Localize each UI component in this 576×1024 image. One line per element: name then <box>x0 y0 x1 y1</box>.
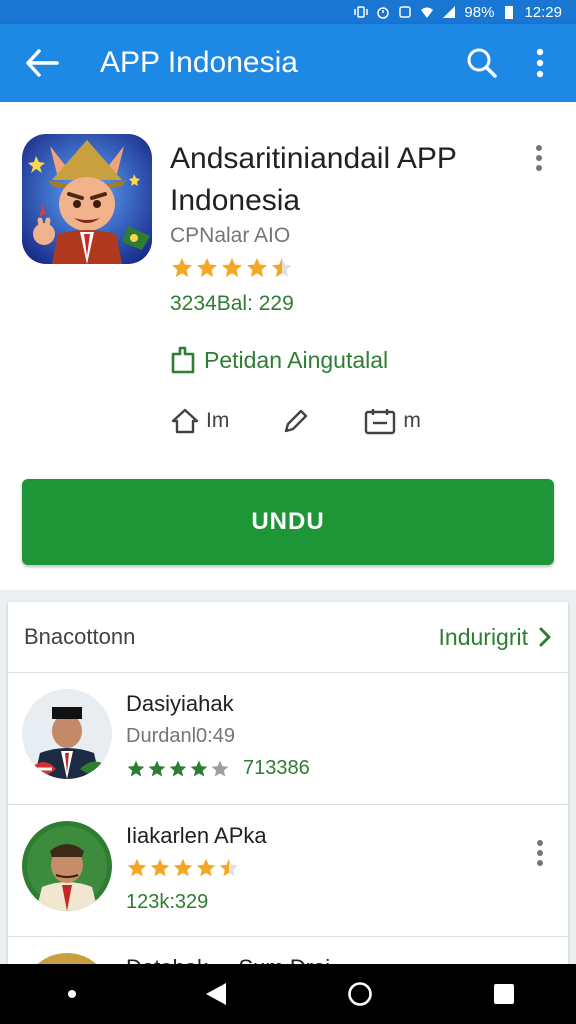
avatar <box>22 821 112 911</box>
search-button[interactable] <box>460 41 504 85</box>
app-name: Andsaritiniandail APP Indonesia <box>170 142 457 217</box>
circle-home-icon <box>348 982 372 1006</box>
item-rating: 713386 <box>126 757 310 780</box>
item-count: 123k:329 <box>126 891 209 913</box>
item-rating <box>126 857 240 879</box>
section-title: Bnacottonn <box>24 624 136 649</box>
star-icon <box>173 858 193 877</box>
star-icon <box>169 760 187 776</box>
section-header: Bnacottonn Indurigrit <box>8 602 568 672</box>
meta-item-home: Im <box>170 407 229 435</box>
item-overflow-button[interactable] <box>526 833 554 873</box>
status-bar: 98% 12:29 <box>0 0 576 24</box>
nav-dot-button[interactable] <box>42 964 102 1024</box>
signal-icon <box>443 6 456 18</box>
star-icon <box>219 858 239 877</box>
star-icon <box>247 258 267 277</box>
see-more-label: Indurigrit <box>438 623 528 650</box>
vibrate-icon <box>354 6 369 18</box>
battery-percent: 98% <box>464 3 495 21</box>
star-icon <box>127 760 145 776</box>
app-detail-card: Andsaritiniandail APP Indonesia CPNalar … <box>0 102 576 590</box>
home-icon <box>171 408 199 434</box>
star-icon <box>127 858 147 877</box>
nav-back-button[interactable] <box>186 964 246 1024</box>
square-recents-icon <box>494 984 514 1004</box>
more-vert-icon <box>536 145 542 171</box>
star-icon <box>148 760 166 776</box>
app-overflow-button[interactable] <box>524 138 554 178</box>
calendar-icon <box>365 409 396 435</box>
overflow-menu-button[interactable] <box>518 41 562 85</box>
nav-home-button[interactable] <box>330 964 390 1024</box>
star-icon <box>190 760 208 776</box>
more-vert-icon <box>536 48 544 78</box>
app-icon <box>22 134 152 264</box>
developer-name[interactable]: CPNalar AIO <box>170 224 290 248</box>
meta-label: Im <box>206 409 230 432</box>
install-button[interactable]: UNDU <box>22 479 554 565</box>
list-item[interactable]: Iiakarlen APka 123k:329 <box>8 804 568 936</box>
list-item[interactable]: Datahak ... Sum Drai <box>8 936 568 964</box>
dot-icon <box>68 990 76 998</box>
status-icons: 98% 12:29 <box>354 4 562 21</box>
star-icon <box>196 858 216 877</box>
alarm-icon <box>377 7 390 19</box>
star-icon <box>211 760 229 776</box>
back-button[interactable] <box>20 41 64 85</box>
rating-stars <box>170 256 294 280</box>
item-title: Dasiyiahak <box>126 691 234 716</box>
app-bar-title: APP Indonesia <box>100 46 298 79</box>
chevron-right-icon <box>539 627 551 647</box>
system-nav-bar <box>0 964 576 1024</box>
clock: 12:29 <box>524 3 562 21</box>
meta-item-calendar: m <box>363 407 421 435</box>
avatar <box>22 953 112 964</box>
wifi-icon <box>421 7 434 18</box>
arrow-back-icon <box>26 49 59 77</box>
related-apps-card: Bnacottonn Indurigrit Dasiyiahak Durdanl… <box>8 602 568 964</box>
editor-choice-label: Petidan Aingutalal <box>204 346 389 373</box>
item-title: Iiakarlen APka <box>126 823 267 848</box>
meta-label: m <box>403 409 421 432</box>
star-icon <box>172 258 192 277</box>
meta-item-edit <box>281 406 311 436</box>
star-icon <box>197 258 217 277</box>
download-count: 3234Bal: 229 <box>170 292 294 315</box>
star-icon <box>272 258 292 277</box>
star-icon <box>150 858 170 877</box>
rating-stars <box>126 857 240 879</box>
rating-stars <box>126 759 230 779</box>
star-icon <box>222 258 242 277</box>
list-item[interactable]: Dasiyiahak Durdanl0:49 713386 <box>8 672 568 804</box>
battery-icon <box>505 6 514 19</box>
item-subtitle: Durdanl0:49 <box>126 725 235 747</box>
rating-count: 713386 <box>243 757 310 779</box>
editor-choice-badge[interactable]: Petidan Aingutalal <box>170 346 388 374</box>
item-title: Datahak ... Sum Drai <box>126 955 330 964</box>
pencil-icon <box>285 409 308 433</box>
nfc-icon <box>399 6 412 18</box>
avatar <box>22 689 112 779</box>
nav-recents-button[interactable] <box>474 964 534 1024</box>
meta-row: Im m <box>170 406 473 436</box>
see-more-link[interactable]: Indurigrit <box>439 624 552 651</box>
search-icon <box>467 48 497 78</box>
triangle-back-icon <box>206 983 226 1005</box>
app-bar: APP Indonesia <box>0 24 576 102</box>
badge-icon <box>171 346 195 374</box>
more-vert-icon <box>537 840 543 866</box>
